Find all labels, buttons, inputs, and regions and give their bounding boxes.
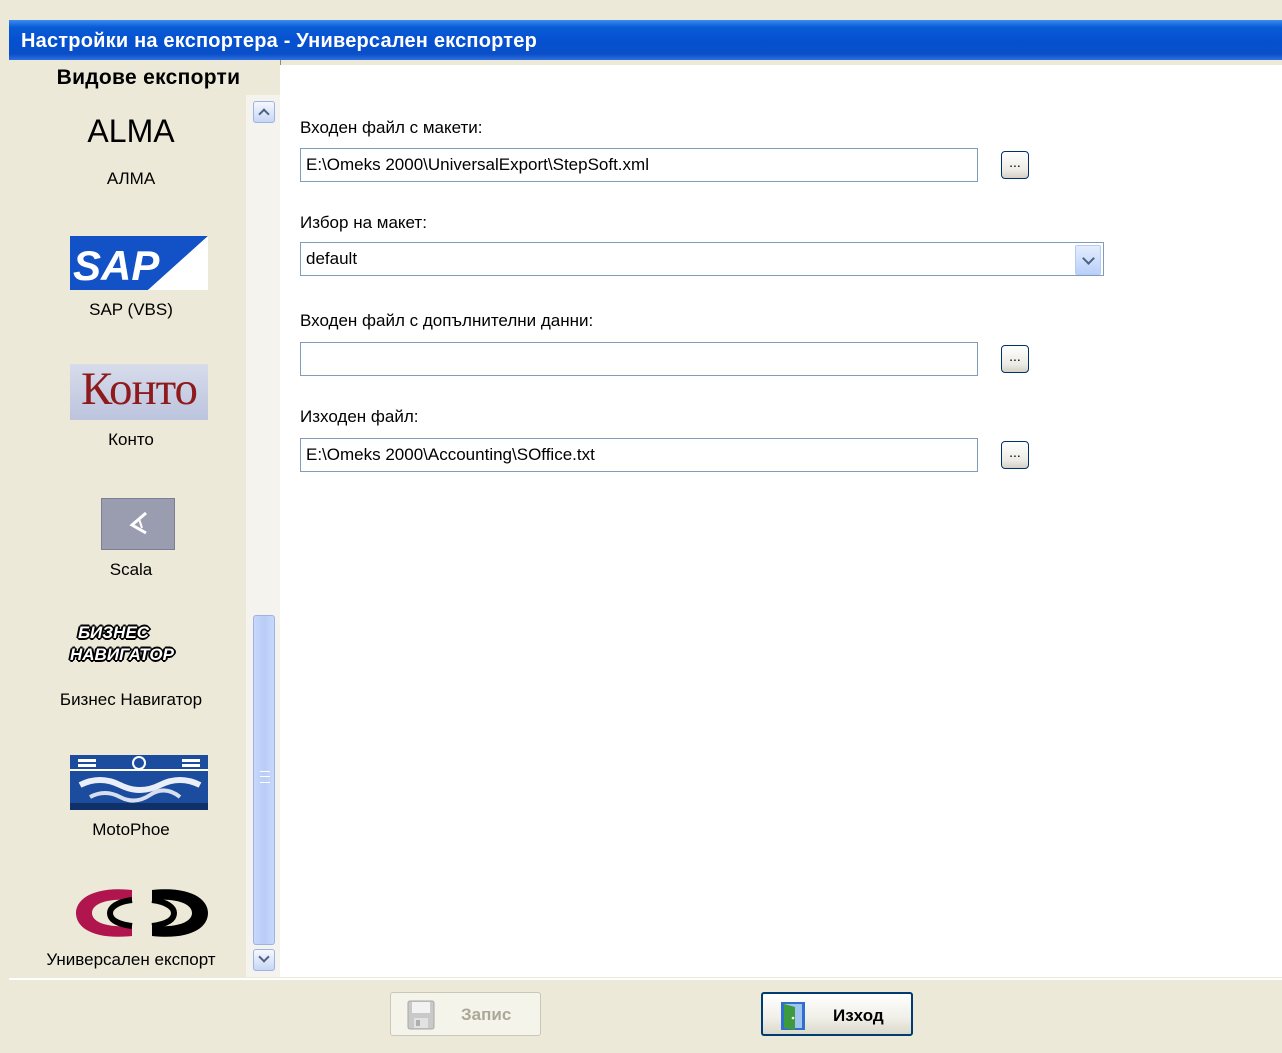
button-bar: Запис Изход (9, 978, 1282, 1053)
svg-text:SAP: SAP (73, 242, 160, 289)
export-item-label: Бизнес Навигатор (59, 690, 203, 709)
extra-file-input[interactable] (300, 342, 978, 376)
motophoe-logo (70, 755, 208, 810)
export-types-scrollbar[interactable] (246, 95, 280, 977)
export-item-biznes-navigator[interactable]: БИЗНЕС НАВИГАТОР Бизнес Навигатор (17, 610, 245, 740)
export-item-motophoe[interactable]: MotoPhoe (17, 740, 245, 870)
template-select-value: default (306, 249, 358, 268)
scroll-thumb[interactable] (253, 615, 275, 945)
biznes-navigator-logo: БИЗНЕС НАВИГАТОР (70, 623, 174, 664)
export-item-label: SAP (VBS) (89, 300, 173, 319)
scroll-up-button[interactable] (253, 101, 275, 123)
window-title: Настройки на експортера - Универсален ек… (9, 20, 1282, 60)
template-select[interactable]: default (300, 242, 1104, 276)
save-button-label: Запис (461, 1005, 512, 1024)
export-types-panel: Видове експорти ALMA АЛМА SAP SAP (VBS) (17, 60, 281, 977)
extra-file-label: Входен файл с допълнителни данни: (300, 311, 594, 330)
export-item-label: Scala (109, 560, 153, 579)
output-file-input[interactable]: E:\Omeks 2000\Accounting\SOffice.txt (300, 438, 978, 472)
exit-button-label: Изход (833, 1006, 884, 1025)
export-item-scala[interactable]: Scala (17, 480, 245, 610)
template-file-input[interactable]: E:\Omeks 2000\UniversalExport\StepSoft.x… (300, 148, 978, 182)
scroll-down-button[interactable] (253, 949, 275, 971)
output-file-browse-button[interactable]: ... (1001, 441, 1029, 469)
window-frame: Видове експорти ALMA АЛМА SAP SAP (VBS) (9, 60, 1282, 1053)
alma-logo: ALMA (87, 113, 175, 149)
chevron-down-icon[interactable] (1075, 245, 1101, 275)
export-types-header: Видове експорти (56, 66, 241, 89)
export-item-alma[interactable]: ALMA АЛМА (17, 95, 245, 220)
exit-button[interactable]: Изход (761, 992, 913, 1036)
export-item-label: Конто (108, 430, 154, 449)
export-types-list: ALMA АЛМА SAP SAP (VBS) Конто Конто Scal… (17, 95, 245, 977)
export-item-label: MotoPhoe (92, 820, 170, 839)
save-button[interactable]: Запис (390, 992, 541, 1036)
grip-icon (260, 771, 270, 783)
floppy-disk-icon (407, 1000, 435, 1030)
universal-export-logo (72, 884, 212, 942)
template-select-label: Избор на макет: (300, 213, 427, 232)
template-file-label: Входен файл с макети: (300, 118, 483, 137)
door-exit-icon (781, 1002, 805, 1030)
export-item-sap[interactable]: SAP SAP (VBS) (17, 220, 245, 350)
settings-panel: Входен файл с макети: E:\Omeks 2000\Univ… (280, 65, 1282, 977)
export-item-label: Универсален експорт (46, 950, 216, 969)
extra-file-browse-button[interactable]: ... (1001, 345, 1029, 373)
export-item-universal[interactable]: Универсален експорт (17, 870, 245, 977)
konto-logo: Конто (70, 364, 208, 420)
scala-logo (101, 498, 175, 550)
output-file-label: Изходен файл: (300, 407, 419, 426)
template-file-browse-button[interactable]: ... (1001, 151, 1029, 179)
export-item-konto[interactable]: Конто Конто (17, 350, 245, 480)
sap-logo: SAP (70, 236, 208, 290)
export-item-label: АЛМА (106, 169, 156, 188)
